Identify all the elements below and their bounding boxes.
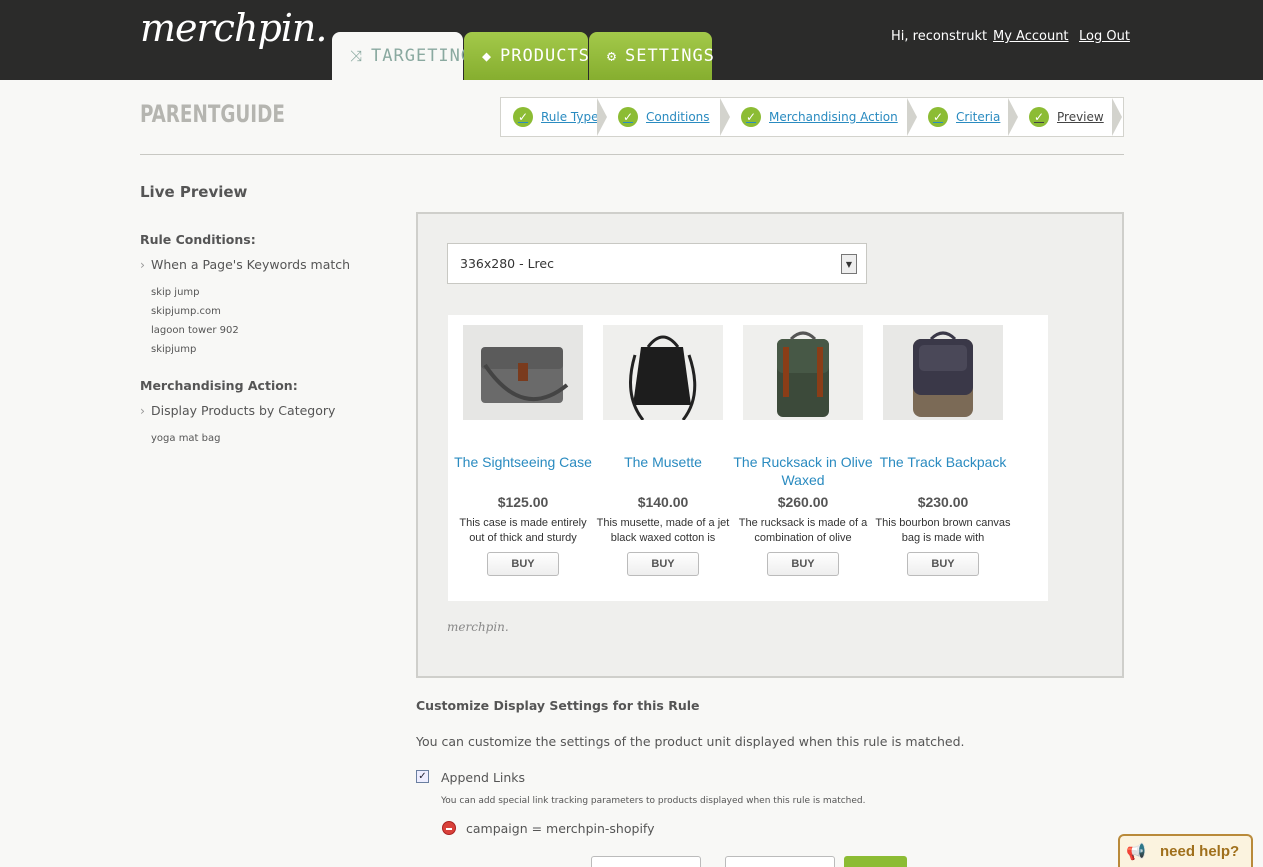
param-key-input[interactable] [591, 856, 701, 867]
check-icon: ✓ [618, 107, 638, 127]
product-image[interactable] [883, 325, 1003, 420]
unit-size-select[interactable]: 336x280 - Lrec ▼ [447, 243, 867, 284]
param-value-input[interactable] [725, 856, 835, 867]
product-card: The Sightseeing Case $125.00 This case i… [453, 325, 593, 576]
top-bar: merchpin. ⤨ TARGETING ◆ PRODUCTS ⚙ SETTI… [0, 0, 1263, 80]
product-image[interactable] [603, 325, 723, 420]
user-greeting: Hi, reconstrukt [891, 29, 988, 44]
step-label: Merchandising Action [769, 110, 898, 124]
product-price: $125.00 [497, 494, 549, 510]
product-description: This musette, made of a jet black waxed … [596, 517, 730, 544]
check-icon: ✓ [513, 107, 533, 127]
product-name[interactable]: The Rucksack in Olive Waxed [733, 453, 873, 489]
step-merchandising-action[interactable]: ✓ Merchandising Action [729, 98, 917, 136]
step-preview[interactable]: ✓ Preview [1017, 98, 1122, 136]
megaphone-icon: 📢 [1126, 842, 1146, 861]
buy-button[interactable]: BUY [907, 552, 979, 576]
chevron-right-icon: › [140, 403, 145, 418]
step-label: Rule Type [541, 110, 599, 124]
product-description: This bourbon brown canvas bag is made wi… [875, 517, 1011, 544]
remove-param-icon[interactable] [442, 821, 456, 835]
merchandising-action-title: Merchandising Action: [140, 378, 298, 393]
step-criteria[interactable]: ✓ Criteria [916, 98, 1018, 136]
merchpin-logo[interactable]: merchpin. [140, 6, 327, 50]
product-name[interactable]: The Musette [593, 453, 733, 489]
conditions-item-label: When a Page's Keywords match [151, 257, 351, 272]
keyword-item: lagoon tower 902 [151, 325, 239, 336]
product-price: $260.00 [777, 494, 829, 510]
product-card: The Musette $140.00 This musette, made o… [593, 325, 733, 576]
action-item: › Display Products by Category [140, 403, 335, 418]
product-description: This case is made entirely out of thick … [459, 517, 587, 544]
gear-icon: ⚙ [607, 47, 618, 65]
tag-icon: ◆ [482, 47, 493, 65]
header-divider [140, 154, 1124, 155]
product-price: $140.00 [637, 494, 689, 510]
log-out-link[interactable]: Log Out [1079, 29, 1130, 44]
need-help-label: need help? [1160, 843, 1240, 860]
action-item-label: Display Products by Category [151, 403, 336, 418]
customize-description: You can customize the settings of the pr… [416, 734, 965, 749]
tracking-param: campaign = merchpin-shopify [466, 821, 655, 836]
check-icon: ✓ [1029, 107, 1049, 127]
check-icon: ✓ [741, 107, 761, 127]
keyword-item: skipjump.com [151, 306, 221, 317]
live-preview-heading: Live Preview [140, 183, 248, 201]
step-rule-type[interactable]: ✓ Rule Type [501, 98, 607, 136]
tab-targeting[interactable]: ⤨ TARGETING [332, 32, 471, 80]
step-label: Criteria [956, 110, 1001, 124]
product-card: The Rucksack in Olive Waxed $260.00 The … [733, 325, 873, 576]
product-name[interactable]: The Sightseeing Case [453, 453, 593, 489]
chevron-right-icon: › [140, 257, 145, 272]
product-unit: The Sightseeing Case $125.00 This case i… [448, 315, 1048, 601]
shuffle-icon: ⤨ [350, 47, 364, 65]
keyword-item: skip jump [151, 287, 200, 298]
append-links-checkbox[interactable]: ✓ [416, 770, 429, 783]
product-description: The rucksack is made of a combination of… [738, 517, 868, 544]
my-account-link[interactable]: My Account [993, 29, 1069, 44]
tab-products[interactable]: ◆ PRODUCTS [464, 32, 590, 80]
need-help-button[interactable]: 📢 need help? [1118, 834, 1253, 867]
dropdown-arrow-icon[interactable]: ▼ [841, 254, 857, 274]
step-label: Preview [1057, 110, 1104, 124]
append-links-hint: You can add special link tracking parame… [441, 796, 866, 806]
rule-conditions-title: Rule Conditions: [140, 232, 256, 247]
customize-title: Customize Display Settings for this Rule [416, 698, 700, 713]
keyword-item: skipjump [151, 344, 197, 355]
step-conditions[interactable]: ✓ Conditions [606, 98, 730, 136]
tab-targeting-label: TARGETING [371, 46, 473, 66]
tab-settings-label: SETTINGS [625, 46, 715, 66]
buy-button[interactable]: BUY [487, 552, 559, 576]
buy-button[interactable]: BUY [627, 552, 699, 576]
category-item: yoga mat bag [151, 433, 221, 444]
product-image[interactable] [463, 325, 583, 420]
step-label: Conditions [646, 110, 710, 124]
check-icon: ✓ [928, 107, 948, 127]
append-links-label[interactable]: Append Links [441, 770, 525, 785]
conditions-item: › When a Page's Keywords match [140, 257, 350, 272]
brand-watermark-logo: merchpin. [447, 620, 509, 634]
tab-settings[interactable]: ⚙ SETTINGS [589, 32, 715, 80]
product-card: The Track Backpack $230.00 This bourbon … [873, 325, 1013, 576]
page-title: PARENTGUIDE [140, 100, 285, 128]
buy-button[interactable]: BUY [767, 552, 839, 576]
add-param-button[interactable] [844, 856, 907, 867]
product-price: $230.00 [917, 494, 969, 510]
product-image[interactable] [743, 325, 863, 420]
product-name[interactable]: The Track Backpack [873, 453, 1013, 489]
step-breadcrumb: ✓ Rule Type ✓ Conditions ✓ Merchandising Ac… [500, 97, 1124, 137]
tab-products-label: PRODUCTS [500, 46, 590, 66]
unit-size-value: 336x280 - Lrec [460, 256, 554, 271]
